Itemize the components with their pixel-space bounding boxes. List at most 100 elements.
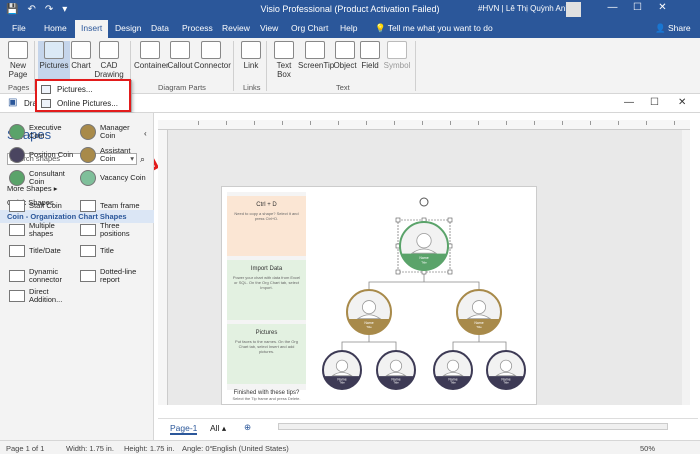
shape-item-2[interactable]: Position Coin xyxy=(9,147,73,163)
org-node-staff-1-head xyxy=(335,359,349,372)
shape-item-10[interactable]: Title/Date xyxy=(9,245,61,257)
user-name[interactable]: #HVN | Lê Thị Quỳnh Anh xyxy=(478,4,570,13)
ruler-tick xyxy=(506,121,507,125)
shape-thumbnail-icon xyxy=(9,200,25,212)
tab-view[interactable]: View xyxy=(260,23,278,33)
shape-item-14[interactable]: Direct Addition... xyxy=(9,288,62,304)
shape-width: Width: 1.75 in. xyxy=(66,444,114,453)
group-pages: Pages xyxy=(8,83,30,92)
doc-minimize-icon[interactable]: — xyxy=(624,97,634,108)
shape-item-4[interactable]: Consultant Coin xyxy=(9,170,65,186)
horizontal-scrollbar[interactable] xyxy=(278,423,668,430)
shape-thumbnail-icon xyxy=(80,270,96,282)
new-page-label: New Page xyxy=(8,61,28,79)
shape-item-5[interactable]: Vacancy Coin xyxy=(80,170,146,186)
screentip-label: ScreenTip xyxy=(298,61,335,70)
shape-height: Height: 1.75 in. xyxy=(124,444,175,453)
tip-body: Need to copy a shape? Select it and pres… xyxy=(234,211,299,221)
shape-thumbnail-icon xyxy=(9,124,25,140)
new-page-button[interactable]: New Page xyxy=(6,41,30,79)
user-avatar[interactable] xyxy=(566,2,581,17)
screentip-button[interactable]: ScreenTip xyxy=(298,41,335,70)
tab-org-chart[interactable]: Org Chart xyxy=(291,23,328,33)
ruler-tick xyxy=(366,121,367,125)
vertical-scrollbar[interactable] xyxy=(682,130,690,405)
tab-insert[interactable]: Insert xyxy=(75,20,109,38)
group-diagram-parts: Diagram Parts xyxy=(158,83,206,92)
minimize-button[interactable]: — xyxy=(600,2,625,13)
maximize-button[interactable]: ☐ xyxy=(625,2,650,13)
tab-home[interactable]: Home xyxy=(44,23,67,33)
page-count[interactable]: Page 1 of 1 xyxy=(6,444,44,453)
search-dropdown-icon[interactable]: ▾ xyxy=(130,154,134,163)
tab-review[interactable]: Review xyxy=(222,23,250,33)
tip-card-0[interactable]: Ctrl + D Need to copy a shape? Select it … xyxy=(227,196,306,256)
link-button[interactable]: Link xyxy=(240,41,262,70)
shape-item-6[interactable]: Staff Coin xyxy=(9,200,62,212)
chart-icon xyxy=(71,41,91,59)
tip-title: Import Data xyxy=(250,266,283,272)
ruler-tick xyxy=(590,121,591,125)
doc-restore-icon[interactable]: ☐ xyxy=(650,97,659,108)
ruler-tick xyxy=(226,121,227,125)
shape-item-label: Staff Coin xyxy=(29,201,62,210)
tab-help[interactable]: Help xyxy=(340,23,357,33)
cad-drawing-icon xyxy=(99,41,119,59)
org-node-top-title: Title xyxy=(421,260,427,264)
callout-button[interactable]: Callout xyxy=(167,41,193,70)
language[interactable]: English (United States) xyxy=(212,444,289,453)
object-button[interactable]: Object xyxy=(333,41,357,70)
text-box-button[interactable]: Text Box xyxy=(272,41,296,79)
all-pages-label: All xyxy=(210,423,220,433)
tell-me-search[interactable]: 💡 Tell me what you want to do xyxy=(375,23,493,34)
connector-button[interactable]: Connector xyxy=(194,41,231,70)
shape-item-3[interactable]: Assistant Coin xyxy=(80,147,130,163)
shape-item-9[interactable]: Three positions xyxy=(80,222,130,238)
shape-item-label: Executive Coin xyxy=(29,123,62,140)
tab-page-1[interactable]: Page-1 xyxy=(170,423,198,435)
symbol-label: Symbol xyxy=(383,61,411,70)
tip-card-3[interactable]: Finished with these tips? Select the Tip … xyxy=(227,390,306,402)
org-node-manager-2-title: Title xyxy=(476,325,482,329)
collapse-panel-icon[interactable]: ‹ xyxy=(144,129,147,138)
divider xyxy=(233,41,234,91)
org-chart[interactable]: NameTitleNameTitleNameTitleNameTitleName… xyxy=(310,190,536,404)
pictures-button[interactable]: Pictures xyxy=(38,41,70,81)
shape-item-8[interactable]: Multiple shapes xyxy=(9,222,55,238)
shape-thumbnail-icon xyxy=(9,147,25,163)
share-button[interactable]: 👤 Share xyxy=(655,23,691,34)
shape-item-1[interactable]: Manager Coin xyxy=(80,124,130,140)
tip-card-2[interactable]: Pictures Put faces to the names. On the O… xyxy=(227,324,306,384)
container-button[interactable]: Container xyxy=(134,41,169,70)
shape-item-0[interactable]: Executive Coin xyxy=(9,124,62,140)
doc-close-icon[interactable]: ✕ xyxy=(678,97,686,108)
vertical-ruler xyxy=(158,130,168,405)
search-icon[interactable]: ⌕ xyxy=(140,154,145,165)
callout-icon xyxy=(170,41,190,59)
tab-data[interactable]: Data xyxy=(151,23,169,33)
org-node-staff-3-head xyxy=(446,359,460,372)
shape-item-11[interactable]: Title xyxy=(80,245,114,257)
selection-handle-7 xyxy=(447,269,453,275)
cad-drawing-button[interactable]: CAD Drawing xyxy=(94,41,124,79)
add-page-icon[interactable]: ⊕ xyxy=(244,422,251,433)
all-pages-button[interactable]: All ▴ xyxy=(210,423,226,434)
tip-card-1[interactable]: Import Data Power your chart with data fr… xyxy=(227,260,306,320)
shape-item-label: Multiple shapes xyxy=(29,221,55,238)
org-node-staff-2-title: Title xyxy=(393,381,399,385)
zoom-level[interactable]: 50% xyxy=(640,444,655,453)
shape-thumbnail-icon xyxy=(80,224,96,236)
tab-process[interactable]: Process xyxy=(182,23,213,33)
tab-file[interactable]: File xyxy=(12,23,26,33)
tab-design[interactable]: Design xyxy=(115,23,141,33)
chart-button[interactable]: Chart xyxy=(70,41,92,70)
shape-item-12[interactable]: Dynamic connector xyxy=(9,268,62,284)
symbol-button[interactable]: Symbol xyxy=(383,41,411,70)
org-node-staff-1-title: Title xyxy=(339,381,345,385)
org-node-staff-3-title: Title xyxy=(450,381,456,385)
close-button[interactable]: ✕ xyxy=(650,2,675,13)
shape-item-7[interactable]: Team frame xyxy=(80,200,140,212)
shape-item-13[interactable]: Dotted-line report xyxy=(80,268,136,284)
field-button[interactable]: Field xyxy=(360,41,380,70)
omega-icon xyxy=(387,41,407,59)
